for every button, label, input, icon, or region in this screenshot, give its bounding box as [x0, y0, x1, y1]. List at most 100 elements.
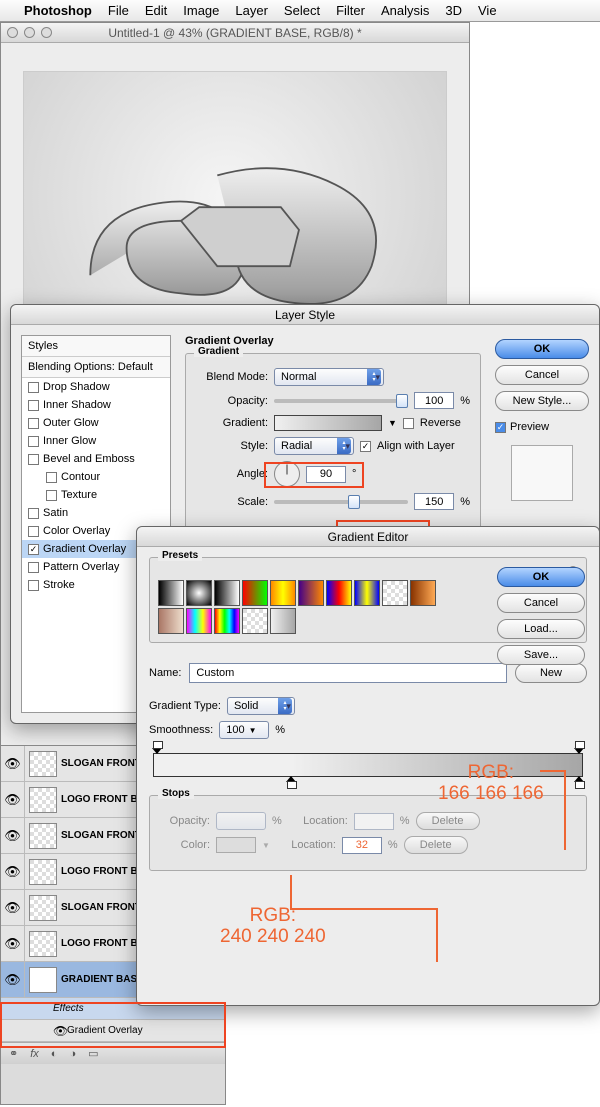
menu-analysis[interactable]: Analysis [381, 3, 429, 18]
checkbox[interactable] [28, 418, 39, 429]
checkbox[interactable] [28, 436, 39, 447]
scale-field[interactable] [414, 493, 454, 510]
preset-11[interactable] [186, 608, 212, 634]
preset-1[interactable] [186, 580, 212, 606]
preset-2[interactable] [214, 580, 240, 606]
preset-3[interactable] [242, 580, 268, 606]
checkbox[interactable] [28, 562, 39, 573]
style-item-outer-glow[interactable]: Outer Glow [22, 414, 170, 432]
visibility-icon[interactable]: 👁 [1, 962, 25, 997]
checkbox[interactable]: ✓ [28, 544, 39, 555]
checkbox[interactable] [28, 526, 39, 537]
minimize-icon[interactable] [24, 27, 35, 38]
link-icon[interactable]: ⚭ [9, 1047, 18, 1060]
opacity-slider[interactable] [274, 399, 408, 403]
checkbox[interactable] [28, 382, 39, 393]
checkbox[interactable] [28, 400, 39, 411]
menubar[interactable]: Photoshop File Edit Image Layer Select F… [0, 0, 600, 22]
layer-thumbnail[interactable] [29, 823, 57, 849]
zoom-icon[interactable] [41, 27, 52, 38]
new-style-button[interactable]: New Style... [495, 391, 589, 411]
ge-save-button[interactable]: Save... [497, 645, 585, 665]
color-stop-left[interactable] [286, 776, 296, 788]
visibility-icon[interactable]: 👁 [1, 782, 25, 817]
menu-image[interactable]: Image [183, 3, 219, 18]
cancel-button[interactable]: Cancel [495, 365, 589, 385]
angle-field[interactable] [306, 466, 346, 483]
layer-thumbnail[interactable] [29, 967, 57, 993]
effect-eye-icon[interactable]: 👁 [53, 1024, 67, 1038]
smoothness-field[interactable]: 100▼ [219, 721, 269, 739]
layer-thumbnail[interactable] [29, 859, 57, 885]
color-stop-right[interactable] [574, 776, 584, 788]
folder-icon[interactable]: ▭ [88, 1047, 98, 1060]
preset-14[interactable] [270, 608, 296, 634]
checkbox[interactable] [46, 472, 57, 483]
effects-label[interactable]: Effects [53, 1003, 84, 1014]
preset-12[interactable] [214, 608, 240, 634]
style-item-drop-shadow[interactable]: Drop Shadow [22, 378, 170, 396]
angle-dial[interactable] [274, 461, 300, 487]
style-item-inner-shadow[interactable]: Inner Shadow [22, 396, 170, 414]
menu-3d[interactable]: 3D [445, 3, 462, 18]
menu-file[interactable]: File [108, 3, 129, 18]
app-name[interactable]: Photoshop [24, 3, 92, 18]
preset-0[interactable] [158, 580, 184, 606]
layer-thumbnail[interactable] [29, 931, 57, 957]
opacity-field[interactable] [414, 392, 454, 409]
new-button[interactable]: New [515, 663, 587, 683]
preset-5[interactable] [298, 580, 324, 606]
visibility-icon[interactable]: 👁 [1, 746, 25, 781]
visibility-icon[interactable]: 👁 [1, 854, 25, 889]
opacity-stop-left[interactable] [152, 742, 162, 754]
document-titlebar[interactable]: Untitled-1 @ 43% (GRADIENT BASE, RGB/8) … [1, 23, 469, 43]
ge-ok-button[interactable]: OK [497, 567, 585, 587]
preset-10[interactable] [158, 608, 184, 634]
visibility-icon[interactable]: 👁 [1, 926, 25, 961]
name-field[interactable]: Custom [189, 663, 507, 683]
layer-thumbnail[interactable] [29, 895, 57, 921]
style-item-inner-glow[interactable]: Inner Glow [22, 432, 170, 450]
opacity-stop-right[interactable] [574, 742, 584, 754]
checkbox[interactable] [28, 508, 39, 519]
preset-13[interactable] [242, 608, 268, 634]
preset-6[interactable] [326, 580, 352, 606]
style-item-contour[interactable]: Contour [22, 468, 170, 486]
style-item-texture[interactable]: Texture [22, 486, 170, 504]
dropdown-icon[interactable]: ▼ [388, 418, 397, 428]
align-checkbox[interactable]: ✓ [360, 441, 371, 452]
menu-view[interactable]: Vie [478, 3, 497, 18]
menu-select[interactable]: Select [284, 3, 320, 18]
checkbox[interactable] [28, 454, 39, 465]
reverse-checkbox[interactable] [403, 418, 414, 429]
blendmode-select[interactable]: Normal▴▾ [274, 368, 384, 386]
preset-4[interactable] [270, 580, 296, 606]
menu-filter[interactable]: Filter [336, 3, 365, 18]
visibility-icon[interactable]: 👁 [1, 890, 25, 925]
close-icon[interactable] [7, 27, 18, 38]
gradient-editor-title[interactable]: Gradient Editor [137, 527, 599, 547]
color-location-field[interactable] [342, 837, 382, 854]
gradient-swatch[interactable] [274, 415, 382, 431]
ge-load-button[interactable]: Load... [497, 619, 585, 639]
menu-layer[interactable]: Layer [235, 3, 268, 18]
adjust-icon[interactable]: ◑ [69, 1048, 76, 1060]
ge-cancel-button[interactable]: Cancel [497, 593, 585, 613]
style-item-satin[interactable]: Satin [22, 504, 170, 522]
styles-header[interactable]: Styles [22, 336, 170, 357]
layer-thumbnail[interactable] [29, 751, 57, 777]
checkbox[interactable] [46, 490, 57, 501]
gradient-bar-area[interactable] [149, 753, 587, 777]
layer-thumbnail[interactable] [29, 787, 57, 813]
preset-9[interactable] [410, 580, 436, 606]
gradtype-select[interactable]: Solid▴▾ [227, 697, 295, 715]
style-item-bevel-and-emboss[interactable]: Bevel and Emboss [22, 450, 170, 468]
checkbox[interactable] [28, 580, 39, 591]
fx-icon[interactable]: fx [30, 1048, 39, 1060]
scale-slider[interactable] [274, 500, 408, 504]
preview-checkbox[interactable]: ✓ [495, 422, 506, 433]
preset-8[interactable] [382, 580, 408, 606]
effect-name[interactable]: Gradient Overlay [67, 1025, 143, 1036]
menu-edit[interactable]: Edit [145, 3, 167, 18]
preset-7[interactable] [354, 580, 380, 606]
